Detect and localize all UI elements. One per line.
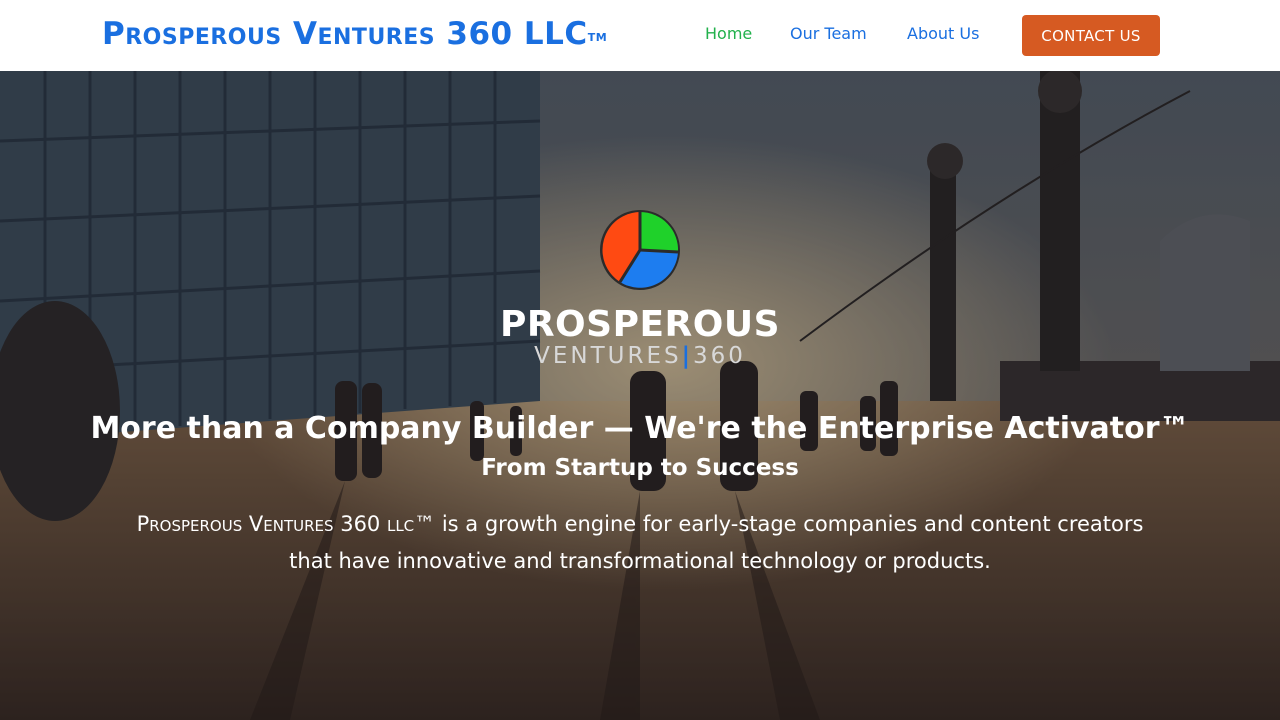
hero-logo-separator: | xyxy=(681,343,693,369)
hero-logo-ventures: VENTURES xyxy=(534,343,682,369)
hero-section: PROSPEROUS VENTURES|360 More than a Comp… xyxy=(0,71,1280,720)
nav-link-our-team[interactable]: Our Team xyxy=(790,24,867,43)
tri-color-pie-logo-icon xyxy=(600,210,680,290)
hero-description-company: Prosperous Ventures 360 llc™ xyxy=(136,512,436,536)
hero-description: Prosperous Ventures 360 llc™ is a growth… xyxy=(100,506,1180,580)
hero-subheadline: From Startup to Success xyxy=(481,455,799,481)
hero-headline: More than a Company Builder — We're the … xyxy=(90,411,1190,446)
top-navbar: Prosperous Ventures 360 LLCTM Home Our T… xyxy=(0,0,1280,71)
brand-trademark: TM xyxy=(587,31,608,44)
nav-link-about-us[interactable]: About Us xyxy=(907,24,979,43)
hero-description-line2: that have innovative and transformationa… xyxy=(289,549,991,573)
hero-logo-wordmark-bottom: VENTURES|360 xyxy=(0,343,1280,369)
brand-logo-link[interactable]: Prosperous Ventures 360 LLCTM xyxy=(102,14,607,54)
hero-dark-overlay xyxy=(0,71,1280,720)
nav-link-home[interactable]: Home xyxy=(705,24,752,43)
hero-description-line1: is a growth engine for early-stage compa… xyxy=(435,512,1144,536)
brand-name: Prosperous Ventures 360 LLC xyxy=(102,16,588,52)
contact-us-button[interactable]: CONTACT US xyxy=(1022,15,1160,56)
hero-logo-wordmark-top: PROSPEROUS xyxy=(499,304,781,345)
hero-logo-360: 360 xyxy=(692,343,746,369)
